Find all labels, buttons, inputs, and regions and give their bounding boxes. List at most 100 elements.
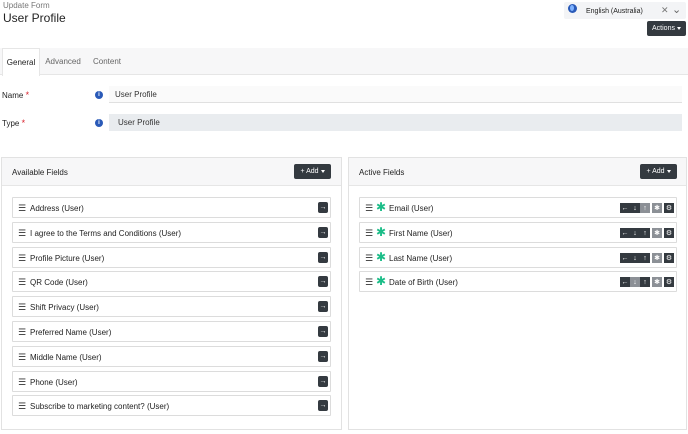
arrow-right-icon[interactable]: → <box>318 326 328 337</box>
available-field-row[interactable]: ☰ Shift Privacy (User) → <box>12 296 331 317</box>
type-label: Type * <box>2 118 26 128</box>
available-fields-title: Available Fields <box>12 168 68 177</box>
language-select[interactable]: English (Australia) ✕ ⌄ <box>564 2 686 19</box>
arrow-down-icon[interactable]: ↓ <box>630 277 640 287</box>
active-field-row[interactable]: ☰ ✱ Email (User) ← ↓ ↑ ✱ ⚙ <box>359 197 677 218</box>
arrow-left-icon[interactable]: ← <box>620 253 630 263</box>
asterisk-icon[interactable]: ✱ <box>652 203 662 213</box>
drag-handle-icon[interactable]: ☰ <box>365 228 373 239</box>
page-header: Update Form User Profile English (Austra… <box>0 0 688 48</box>
available-fields-header: Available Fields + Add <box>2 158 341 186</box>
asterisk-icon: ✱ <box>376 250 387 264</box>
available-field-row[interactable]: ☰ Profile Picture (User) → <box>12 247 331 268</box>
arrow-up-icon[interactable]: ↑ <box>640 277 650 287</box>
drag-handle-icon[interactable]: ☰ <box>365 253 373 264</box>
active-field-row[interactable]: ☰ ✱ Date of Birth (User) ← ↓ ↑ ✱ ⚙ <box>359 271 677 292</box>
add-active-field-button[interactable]: + Add <box>640 164 677 179</box>
available-field-row[interactable]: ☰ QR Code (User) → <box>12 271 331 292</box>
available-field-row[interactable]: ☰ Subscribe to marketing content? (User) → <box>12 395 331 416</box>
drag-handle-icon[interactable]: ☰ <box>18 377 26 388</box>
available-field-label: Phone (User) <box>30 378 78 387</box>
tab-advanced[interactable]: Advanced <box>40 48 86 75</box>
caret-down-icon <box>320 170 325 173</box>
arrow-right-icon[interactable]: → <box>318 227 328 238</box>
available-field-label: Middle Name (User) <box>30 353 102 362</box>
drag-handle-icon[interactable]: ☰ <box>18 203 26 214</box>
arrow-down-icon[interactable]: ↓ <box>630 228 640 238</box>
actions-label: Actions <box>652 25 675 32</box>
drag-handle-icon[interactable]: ☰ <box>18 352 26 363</box>
available-field-label: Shift Privacy (User) <box>30 303 99 312</box>
gear-icon[interactable]: ⚙ <box>664 203 674 213</box>
available-field-label: Profile Picture (User) <box>30 254 105 263</box>
available-field-label: Address (User) <box>30 204 84 213</box>
drag-handle-icon[interactable]: ☰ <box>365 203 373 214</box>
gear-icon[interactable]: ⚙ <box>664 253 674 263</box>
available-field-row[interactable]: ☰ Middle Name (User) → <box>12 346 331 367</box>
drag-handle-icon[interactable]: ☰ <box>18 253 26 264</box>
active-field-label: Email (User) <box>389 204 434 213</box>
arrow-right-icon[interactable]: → <box>318 252 328 263</box>
arrow-right-icon[interactable]: → <box>318 202 328 213</box>
arrow-right-icon[interactable]: → <box>318 276 328 287</box>
drag-handle-icon[interactable]: ☰ <box>365 277 373 288</box>
asterisk-icon: ✱ <box>376 274 387 288</box>
arrow-right-icon[interactable]: → <box>318 400 328 411</box>
actions-button[interactable]: Actions <box>647 21 686 36</box>
arrow-down-icon[interactable]: ↓ <box>630 253 640 263</box>
available-field-row[interactable]: ☰ I agree to the Terms and Conditions (Us… <box>12 222 331 243</box>
chevron-down-icon[interactable]: ⌄ <box>672 3 681 16</box>
available-field-label: QR Code (User) <box>30 278 88 287</box>
available-field-row[interactable]: ☰ Address (User) → <box>12 197 331 218</box>
active-field-label: First Name (User) <box>389 229 453 238</box>
arrow-left-icon[interactable]: ← <box>620 228 630 238</box>
drag-handle-icon[interactable]: ☰ <box>18 228 26 239</box>
active-field-row[interactable]: ☰ ✱ Last Name (User) ← ↓ ↑ ✱ ⚙ <box>359 247 677 268</box>
arrow-right-icon[interactable]: → <box>318 351 328 362</box>
required-marker: * <box>21 118 26 128</box>
arrow-right-icon[interactable]: → <box>318 301 328 312</box>
drag-handle-icon[interactable]: ☰ <box>18 327 26 338</box>
required-marker: * <box>25 90 30 100</box>
close-icon[interactable]: ✕ <box>661 5 669 16</box>
arrow-right-icon[interactable]: → <box>318 376 328 387</box>
drag-handle-icon[interactable]: ☰ <box>18 277 26 288</box>
gear-icon[interactable]: ⚙ <box>664 277 674 287</box>
active-field-row[interactable]: ☰ ✱ First Name (User) ← ↓ ↑ ✱ ⚙ <box>359 222 677 243</box>
globe-icon <box>568 4 577 13</box>
available-field-row[interactable]: ☰ Preferred Name (User) → <box>12 321 331 342</box>
drag-handle-icon[interactable]: ☰ <box>18 302 26 313</box>
field-controls: ← ↓ ↑ ✱ ⚙ <box>620 253 674 263</box>
add-available-field-button[interactable]: + Add <box>294 164 331 179</box>
drag-handle-icon[interactable]: ☰ <box>18 401 26 412</box>
info-icon[interactable]: i <box>95 119 103 127</box>
asterisk-icon[interactable]: ✱ <box>652 228 662 238</box>
type-select[interactable]: User Profile <box>109 114 682 131</box>
tab-general[interactable]: General <box>2 48 40 76</box>
arrow-up-icon[interactable]: ↑ <box>640 228 650 238</box>
field-controls: ← ↓ ↑ ✱ ⚙ <box>620 277 674 287</box>
arrow-down-icon[interactable]: ↓ <box>630 203 640 213</box>
arrow-up-icon[interactable]: ↑ <box>640 203 650 213</box>
name-label: Name * <box>2 90 30 100</box>
asterisk-icon: ✱ <box>376 200 387 214</box>
name-input[interactable]: User Profile <box>109 86 682 103</box>
available-field-label: I agree to the Terms and Conditions (Use… <box>30 229 182 238</box>
tab-content[interactable]: Content <box>86 48 128 75</box>
active-fields-header: Active Fields + Add <box>349 158 686 186</box>
arrow-left-icon[interactable]: ← <box>620 203 630 213</box>
available-field-row[interactable]: ☰ Phone (User) → <box>12 371 331 392</box>
asterisk-icon[interactable]: ✱ <box>652 277 662 287</box>
page-title: User Profile <box>3 11 66 25</box>
info-icon[interactable]: i <box>95 91 103 99</box>
arrow-up-icon[interactable]: ↑ <box>640 253 650 263</box>
active-fields-title: Active Fields <box>359 168 405 177</box>
arrow-left-icon[interactable]: ← <box>620 277 630 287</box>
caret-down-icon <box>676 27 681 30</box>
active-field-label: Date of Birth (User) <box>389 278 458 287</box>
gear-icon[interactable]: ⚙ <box>664 228 674 238</box>
asterisk-icon: ✱ <box>376 225 387 239</box>
page-subtitle: Update Form <box>3 1 50 10</box>
asterisk-icon[interactable]: ✱ <box>652 253 662 263</box>
field-controls: ← ↓ ↑ ✱ ⚙ <box>620 228 674 238</box>
